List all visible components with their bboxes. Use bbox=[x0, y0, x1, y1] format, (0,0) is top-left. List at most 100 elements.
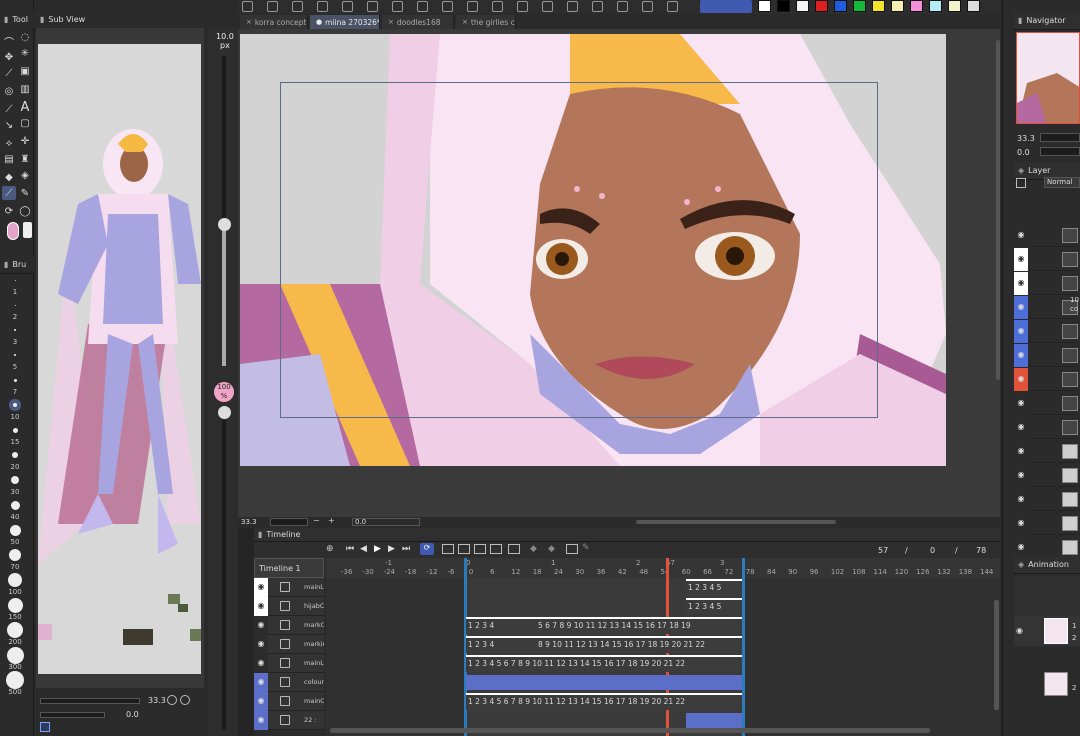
loop-icon[interactable]: ⟳ bbox=[420, 543, 434, 555]
brush-size-dot[interactable] bbox=[12, 427, 18, 433]
record-icon[interactable] bbox=[417, 1, 428, 12]
transform-tool-icon[interactable]: ✛ bbox=[18, 134, 32, 148]
save-icon[interactable] bbox=[317, 1, 328, 12]
layer-menu-icon[interactable]: ◈ bbox=[1018, 166, 1024, 175]
subview-reference-image[interactable] bbox=[38, 44, 201, 674]
decoration-tool-icon[interactable]: ♜ bbox=[18, 152, 32, 166]
palette-swatch[interactable] bbox=[872, 0, 885, 12]
edit-keyframe-icon[interactable] bbox=[566, 544, 578, 554]
canvas-zoom-out-button[interactable]: − bbox=[313, 516, 320, 525]
opacity-badge[interactable]: 100 % bbox=[214, 382, 234, 402]
open-icon[interactable] bbox=[292, 1, 303, 12]
opacity-slider-handle[interactable] bbox=[218, 406, 231, 419]
timeline-layer-row[interactable]: ◉ markCL bbox=[254, 616, 324, 635]
timeline-layer-row[interactable]: ◉ colour bbox=[254, 673, 324, 692]
timeline-scrollbar-v[interactable] bbox=[994, 600, 999, 710]
grid-icon[interactable] bbox=[592, 1, 603, 12]
prev-frame-button[interactable]: ◀ bbox=[360, 544, 367, 554]
brush-size-dot[interactable] bbox=[14, 279, 16, 281]
layer-eye-icon[interactable]: ◉ bbox=[1014, 464, 1028, 487]
palette-swatch[interactable] bbox=[796, 0, 809, 12]
balloon-tool-icon[interactable]: ▢ bbox=[18, 116, 32, 130]
frame-tool-icon[interactable]: ▥ bbox=[18, 82, 32, 96]
blend-mode-select[interactable]: Normal bbox=[1044, 177, 1080, 188]
layer-visibility-strip[interactable]: ◉ bbox=[254, 635, 268, 654]
layer-thumbnail[interactable] bbox=[1062, 516, 1078, 531]
layer-row[interactable]: ◉ bbox=[1014, 224, 1080, 247]
brush-size-dot[interactable] bbox=[14, 329, 16, 331]
ruler-tool-icon[interactable]: ⟡ bbox=[2, 136, 16, 150]
brush-size-dot[interactable] bbox=[14, 354, 16, 356]
tab-close-icon[interactable]: × bbox=[462, 18, 468, 26]
tab-close-icon[interactable]: × bbox=[388, 18, 394, 26]
layer-row[interactable]: ◉ bbox=[1014, 392, 1080, 415]
timeline-layer-row[interactable]: ◉ markings bbox=[254, 635, 324, 654]
light-table-icon[interactable] bbox=[508, 544, 520, 554]
brush-size-dot[interactable] bbox=[11, 476, 19, 484]
palette-swatch[interactable] bbox=[758, 0, 771, 12]
layer-thumbnail[interactable] bbox=[1062, 468, 1078, 483]
move-tool-icon[interactable]: ✥ bbox=[2, 50, 16, 64]
layer-row[interactable]: ◉ bbox=[1014, 464, 1080, 487]
layer-visibility-strip[interactable]: ◉ bbox=[254, 616, 268, 635]
eyedropper-icon[interactable] bbox=[442, 1, 453, 12]
layer-row[interactable]: ◉ bbox=[1014, 416, 1080, 439]
text-tool-icon[interactable]: A bbox=[18, 100, 32, 115]
pen-icon[interactable] bbox=[667, 1, 678, 12]
gradient-tool-icon[interactable]: ◎ bbox=[2, 84, 16, 98]
layer-eye-icon[interactable]: ◉ bbox=[1014, 512, 1028, 535]
animation-menu-icon[interactable]: ◈ bbox=[1018, 560, 1024, 569]
subview-eyedropper-icon[interactable] bbox=[40, 722, 50, 732]
layer-thumbnail[interactable] bbox=[1062, 420, 1078, 435]
timeline-layer-row[interactable]: ◉ mainC bbox=[254, 692, 324, 711]
lasso-tool-icon[interactable]: ◌ bbox=[18, 30, 32, 44]
brush-size-dot[interactable] bbox=[9, 524, 21, 536]
undo-icon[interactable] bbox=[492, 1, 503, 12]
layer-thumbnail[interactable] bbox=[1062, 540, 1078, 555]
app-icon[interactable] bbox=[242, 1, 253, 12]
layer-eye-icon[interactable]: ◉ bbox=[1014, 344, 1028, 367]
magic-wand-icon[interactable]: ✳ bbox=[18, 46, 32, 60]
layer-eye-icon[interactable]: ◉ bbox=[1014, 320, 1028, 343]
subview-zoom-out-icon[interactable] bbox=[167, 695, 177, 705]
layer-thumbnail[interactable] bbox=[1062, 252, 1078, 267]
eyedropper-tool-icon[interactable]: ⟋ bbox=[2, 66, 16, 80]
layer-thumbnail[interactable] bbox=[1062, 396, 1078, 411]
palette-swatch[interactable] bbox=[815, 0, 828, 12]
layer-eye-icon[interactable]: ◉ bbox=[1014, 224, 1028, 247]
curve-icon[interactable] bbox=[642, 1, 653, 12]
new-animation-folder-icon[interactable] bbox=[442, 544, 454, 554]
layer-thumbnail[interactable] bbox=[1062, 348, 1078, 363]
palette-swatch[interactable] bbox=[929, 0, 942, 12]
canvas-zoom-in-button[interactable]: + bbox=[328, 516, 335, 525]
layer-row[interactable]: ◉ bbox=[1014, 272, 1080, 295]
layer-eye-icon[interactable]: ◉ bbox=[1014, 272, 1028, 295]
subview-menu-icon[interactable]: ▮ bbox=[40, 15, 44, 24]
brush-size-dot[interactable] bbox=[14, 304, 16, 306]
timeline-layer-row[interactable]: ◉ mainL bbox=[254, 578, 324, 597]
keyframe-icon[interactable]: ◆ bbox=[530, 544, 537, 554]
document-tab[interactable]: × korra concept bbox=[240, 15, 308, 29]
file-icon[interactable] bbox=[392, 1, 403, 12]
navigator-preview[interactable] bbox=[1016, 32, 1080, 124]
play-button[interactable]: ▶ bbox=[374, 544, 381, 554]
layer-row[interactable]: ◉ bbox=[1014, 368, 1080, 391]
brush-size-dot[interactable] bbox=[8, 573, 22, 587]
tab-close-icon[interactable]: × bbox=[246, 18, 252, 26]
line-tool-icon[interactable]: ↘ bbox=[2, 118, 16, 132]
object-tool-icon[interactable]: ▤ bbox=[2, 152, 16, 166]
layer-row[interactable]: ◉ bbox=[1014, 344, 1080, 367]
brush-size-dot[interactable] bbox=[7, 622, 23, 638]
canvas-scrollbar-v[interactable] bbox=[996, 40, 1000, 380]
timeline-menu-icon[interactable]: ▮ bbox=[258, 530, 262, 539]
layer-eye-icon[interactable]: ◉ bbox=[1014, 368, 1028, 391]
document-tab[interactable]: ×the girlies cole bbox=[456, 15, 516, 29]
layer-visibility-strip[interactable]: ◉ bbox=[254, 578, 268, 597]
layer-row[interactable]: ◉ bbox=[1014, 440, 1080, 463]
animation-cel-thumbnail[interactable] bbox=[1044, 618, 1068, 644]
layer-thumbnail[interactable] bbox=[1062, 492, 1078, 507]
cloud-icon[interactable] bbox=[367, 1, 378, 12]
brush-tool-icon[interactable]: ⟋ bbox=[2, 186, 16, 200]
new-icon[interactable] bbox=[267, 1, 278, 12]
timeline-name-selector[interactable]: Timeline 1 bbox=[254, 558, 324, 578]
